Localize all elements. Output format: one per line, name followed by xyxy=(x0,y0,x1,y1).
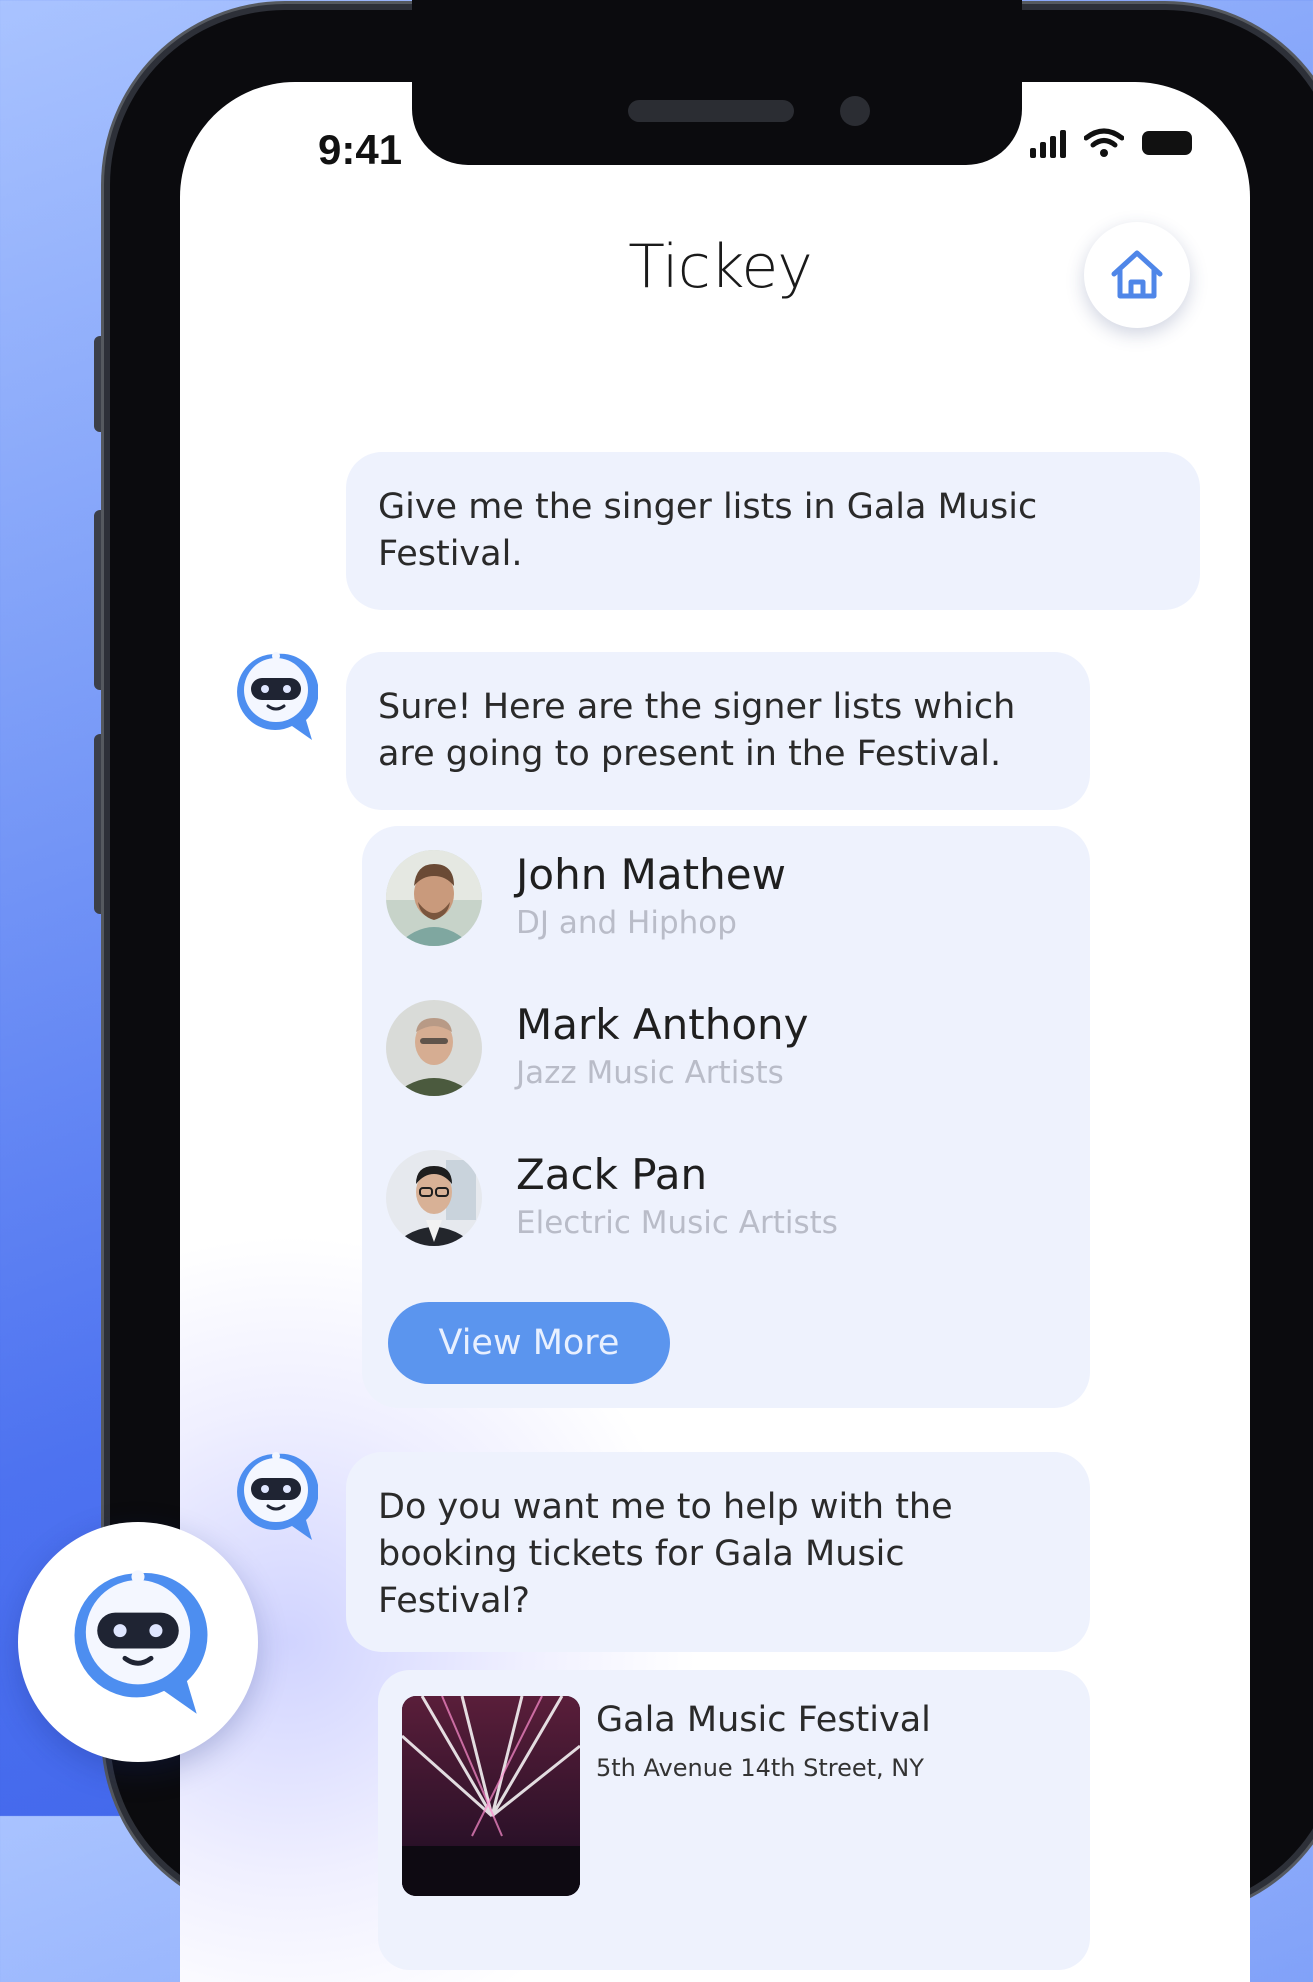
artist-genre: Jazz Music Artists xyxy=(516,1055,784,1091)
artist-avatar xyxy=(386,1150,482,1246)
status-icons xyxy=(1030,128,1192,158)
event-address: 5th Avenue 14th Street, NY xyxy=(596,1754,924,1782)
wifi-icon xyxy=(1084,128,1124,157)
bot-avatar-icon xyxy=(237,1452,318,1540)
volume-up-button xyxy=(94,510,110,690)
bot-message-text: Do you want me to help with the booking … xyxy=(378,1487,953,1621)
chatbot-launcher-button[interactable] xyxy=(18,1522,258,1762)
bot-message-bubble: Do you want me to help with the booking … xyxy=(346,1452,1090,1652)
user-message-bubble: Give me the singer lists in Gala Music F… xyxy=(346,452,1200,610)
event-card[interactable]: Gala Music Festival 5th Avenue 14th Stre… xyxy=(378,1670,1090,1970)
artist-avatar xyxy=(386,850,482,946)
signal-icon xyxy=(1030,128,1066,158)
artist-name: Mark Anthony xyxy=(516,1000,809,1049)
artist-list-card: John Mathew DJ and Hiphop Mark Anthony J… xyxy=(362,826,1090,1408)
artist-name: Zack Pan xyxy=(516,1150,708,1199)
mute-switch xyxy=(94,336,110,432)
phone-notch xyxy=(412,0,1022,165)
status-time: 9:41 xyxy=(318,126,403,173)
artist-genre: DJ and Hiphop xyxy=(516,905,737,941)
view-more-button[interactable]: View More xyxy=(388,1302,670,1384)
bot-avatar-icon xyxy=(237,652,318,740)
user-message-text: Give me the singer lists in Gala Music F… xyxy=(378,487,1038,574)
volume-down-button xyxy=(94,734,110,914)
artist-item[interactable]: Mark Anthony Jazz Music Artists xyxy=(386,1000,809,1096)
event-title: Gala Music Festival xyxy=(596,1700,931,1740)
home-button[interactable] xyxy=(1084,222,1190,328)
app-title: Tickey xyxy=(628,232,813,302)
artist-genre: Electric Music Artists xyxy=(516,1205,838,1241)
bot-message-bubble: Sure! Here are the signer lists which ar… xyxy=(346,652,1090,810)
bot-message-text: Sure! Here are the signer lists which ar… xyxy=(378,687,1016,774)
home-icon xyxy=(1111,250,1163,299)
event-image xyxy=(402,1696,580,1896)
speaker-grille xyxy=(628,100,794,122)
battery-icon xyxy=(1142,131,1192,155)
artist-name: John Mathew xyxy=(516,850,786,899)
front-camera xyxy=(840,96,870,126)
robot-icon xyxy=(74,1570,208,1714)
artist-item[interactable]: Zack Pan Electric Music Artists xyxy=(386,1150,838,1246)
artist-item[interactable]: John Mathew DJ and Hiphop xyxy=(386,850,786,946)
artist-avatar xyxy=(386,1000,482,1096)
